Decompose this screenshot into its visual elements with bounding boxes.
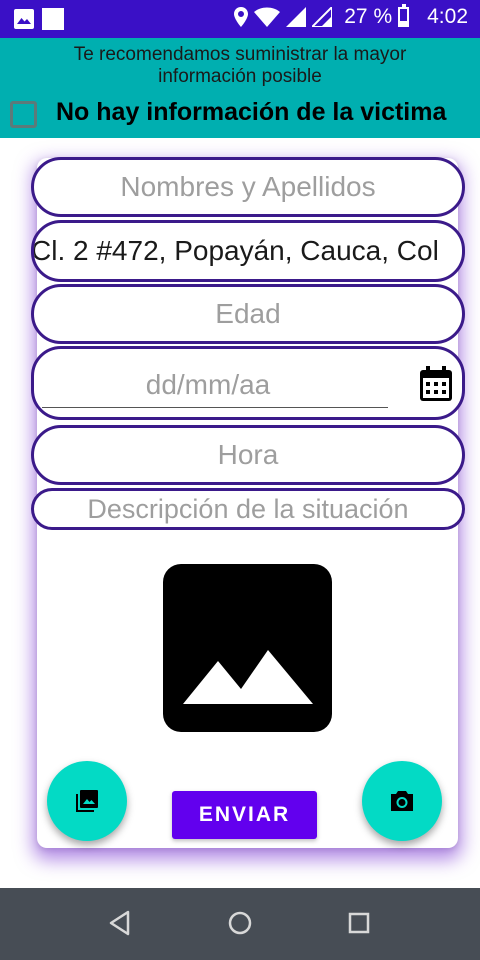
battery-icon xyxy=(398,4,410,27)
description-input[interactable]: Descripción de la situación xyxy=(31,488,465,530)
send-button[interactable]: ENVIAR xyxy=(172,791,317,839)
date-input[interactable]: dd/mm/aa xyxy=(31,346,465,420)
wifi-icon xyxy=(254,7,281,27)
time-input[interactable]: Hora xyxy=(31,425,465,485)
home-icon[interactable] xyxy=(227,910,253,936)
status-bar: 27 % 4:02 xyxy=(0,0,480,38)
no-info-checkbox[interactable] xyxy=(10,101,37,128)
time-placeholder: Hora xyxy=(217,439,279,470)
calendar-icon[interactable] xyxy=(419,366,453,402)
name-input[interactable]: Nombres y Apellidos xyxy=(31,157,465,217)
photo-library-icon xyxy=(76,790,98,812)
location-icon xyxy=(234,7,249,27)
square-notification-icon xyxy=(42,8,64,30)
address-value: Cl. 2 #472, Popayán, Cauca, Col xyxy=(31,235,439,266)
age-placeholder: Edad xyxy=(215,298,281,329)
image-placeholder-icon xyxy=(163,564,332,732)
clock: 4:02 xyxy=(427,5,468,28)
no-info-checkbox-label[interactable]: No hay información de la victima xyxy=(56,98,446,127)
image-notification-icon xyxy=(14,9,34,29)
info-banner: Te recomendamos suministrar la mayor inf… xyxy=(0,38,480,138)
camera-button[interactable] xyxy=(362,761,442,841)
signal-icon xyxy=(286,7,307,27)
signal-icon-2 xyxy=(312,7,333,27)
recommendation-text: Te recomendamos suministrar la mayor inf… xyxy=(73,44,407,87)
description-placeholder: Descripción de la situación xyxy=(87,493,409,524)
age-input[interactable]: Edad xyxy=(31,284,465,344)
recents-icon[interactable] xyxy=(348,912,370,934)
name-placeholder: Nombres y Apellidos xyxy=(120,171,376,202)
address-input[interactable]: Cl. 2 #472, Popayán, Cauca, Col xyxy=(31,220,465,282)
battery-percent: 27 % xyxy=(344,5,393,28)
navigation-bar xyxy=(0,888,480,960)
camera-icon xyxy=(391,791,413,811)
date-underline xyxy=(42,407,388,408)
gallery-button[interactable] xyxy=(47,761,127,841)
date-placeholder: dd/mm/aa xyxy=(145,369,271,400)
back-icon[interactable] xyxy=(108,910,132,936)
